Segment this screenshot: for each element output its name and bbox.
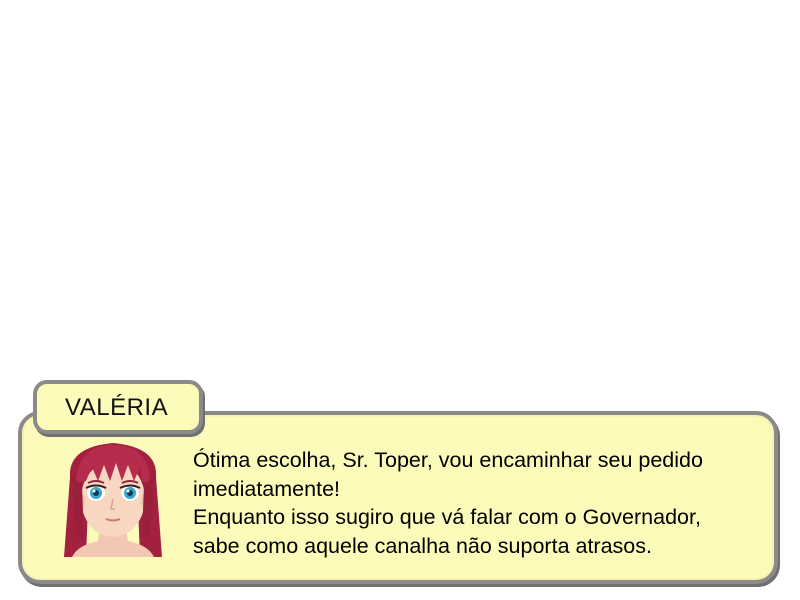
game-scene: VALÉRIA Ótima escolha, Sr. Toper, vou en… xyxy=(0,0,800,600)
character-portrait xyxy=(64,443,162,557)
dialog-line-1: Ótima escolha, Sr. Toper, vou encaminhar… xyxy=(193,448,703,472)
speaker-name-tab: VALÉRIA xyxy=(33,380,203,434)
dialog-line-3: Enquanto isso sugiro que vá falar com o … xyxy=(193,505,701,529)
dialog-text: Ótima escolha, Sr. Toper, vou encaminhar… xyxy=(193,446,768,560)
dialog-line-2: imediatamente! xyxy=(193,476,340,501)
dialog-line-4: sabe como aquele canalha não suporta atr… xyxy=(193,533,652,558)
speaker-name: VALÉRIA xyxy=(65,394,169,421)
